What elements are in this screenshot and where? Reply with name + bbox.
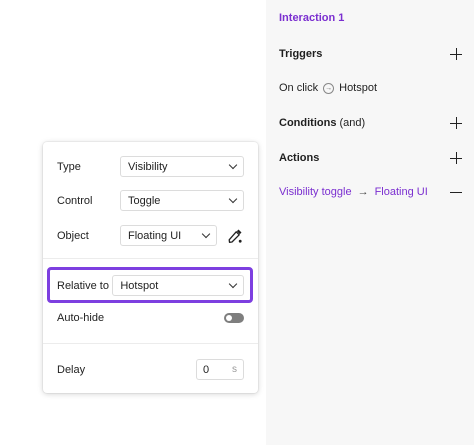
object-label: Object bbox=[57, 229, 89, 242]
eyedropper-icon[interactable] bbox=[226, 227, 244, 245]
interaction-title-text: Interaction 1 bbox=[279, 12, 345, 24]
arrow-right-icon: → bbox=[357, 186, 369, 198]
action-name: Visibility toggle bbox=[279, 186, 352, 198]
remove-action-minus-icon[interactable] bbox=[450, 186, 462, 198]
delay-row: Delay 0 s bbox=[57, 359, 244, 380]
type-row: Type Visibility bbox=[57, 156, 244, 177]
control-value: Toggle bbox=[128, 194, 161, 207]
object-row: Object Floating UI bbox=[57, 225, 244, 246]
action-target: Floating UI bbox=[374, 186, 428, 198]
delay-label: Delay bbox=[57, 363, 86, 376]
add-trigger-plus-icon[interactable] bbox=[450, 48, 462, 60]
section-divider bbox=[43, 258, 258, 259]
control-select[interactable]: Toggle bbox=[120, 190, 244, 211]
conditions-section-header: Conditions (and) bbox=[279, 117, 462, 129]
relative-to-highlight-outline bbox=[47, 267, 253, 303]
conditions-sub: (and) bbox=[339, 117, 366, 129]
delay-unit: s bbox=[232, 364, 237, 375]
add-condition-plus-icon[interactable] bbox=[450, 117, 462, 129]
triggers-heading: Triggers bbox=[279, 48, 323, 60]
conditions-heading: Conditions bbox=[279, 117, 337, 129]
trigger-event: On click bbox=[279, 82, 319, 94]
delay-input[interactable]: 0 s bbox=[196, 359, 244, 380]
enter-icon: → bbox=[323, 82, 335, 94]
trigger-item[interactable]: On click → Hotspot bbox=[279, 82, 462, 94]
triggers-section-header: Triggers bbox=[279, 48, 462, 60]
auto-hide-row: Auto-hide bbox=[57, 312, 244, 324]
delay-value: 0 bbox=[203, 363, 210, 376]
actions-heading: Actions bbox=[279, 152, 320, 164]
type-label: Type bbox=[57, 160, 81, 173]
control-label: Control bbox=[57, 194, 93, 207]
trigger-target: Hotspot bbox=[339, 82, 378, 94]
type-select[interactable]: Visibility bbox=[120, 156, 244, 177]
chevron-down-icon bbox=[228, 160, 238, 170]
object-select[interactable]: Floating UI bbox=[120, 225, 217, 246]
section-divider bbox=[43, 343, 258, 344]
auto-hide-toggle[interactable] bbox=[224, 313, 244, 323]
interaction-side-panel: Interaction 1 Triggers On click → Hotspo… bbox=[266, 0, 474, 445]
auto-hide-label: Auto-hide bbox=[57, 312, 105, 324]
chevron-down-icon bbox=[228, 194, 238, 204]
actions-section-header: Actions bbox=[279, 152, 462, 164]
type-value: Visibility bbox=[128, 160, 168, 173]
add-action-plus-icon[interactable] bbox=[450, 152, 462, 164]
action-item[interactable]: Visibility toggle → Floating UI bbox=[279, 186, 462, 198]
control-row: Control Toggle bbox=[57, 190, 244, 211]
object-value: Floating UI bbox=[128, 229, 182, 242]
interaction-title[interactable]: Interaction 1 bbox=[279, 12, 462, 24]
chevron-down-icon bbox=[201, 229, 211, 239]
